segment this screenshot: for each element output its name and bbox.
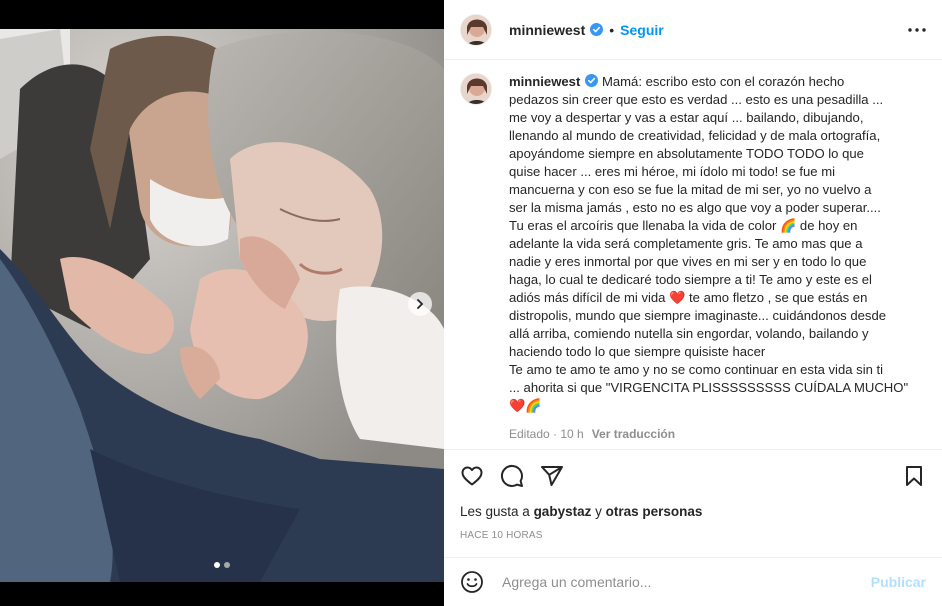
caption-meta: Editado · 10 h Ver traducción: [509, 425, 926, 443]
post-photo[interactable]: [0, 29, 444, 582]
caption-line: adiós más difícil de mi vida ❤️ te amo f…: [509, 290, 868, 305]
comment-bubble-icon[interactable]: [500, 464, 524, 488]
likes-others[interactable]: otras personas: [606, 504, 703, 519]
emoji-smile-icon[interactable]: [460, 570, 484, 594]
post-timestamp[interactable]: HACE 10 HORAS: [460, 530, 543, 541]
caption-line: llenando al mundo de creatividad, felici…: [509, 128, 881, 143]
follow-button[interactable]: Seguir: [620, 22, 664, 38]
verified-badge-icon: [585, 74, 599, 87]
caption-line: Te amo te amo te amo y no se como contin…: [509, 362, 884, 377]
caption-line: ser la misma jamás , esto no es algo que…: [509, 200, 881, 215]
caption-line: adelante la vida será completamente gris…: [509, 236, 863, 251]
liked-by-user[interactable]: gabystaz: [534, 504, 592, 519]
caption-line: me voy a despertar y vas a estar aquí ..…: [509, 110, 864, 125]
post-media: [0, 0, 444, 606]
publish-button[interactable]: Publicar: [871, 574, 926, 590]
caption-line: ❤️🌈: [509, 398, 542, 413]
carousel-next-button[interactable]: [408, 292, 432, 316]
heart-icon[interactable]: [460, 464, 484, 488]
carousel-dot-active: [214, 562, 220, 568]
caption-line: distropolis, mundo que siempre imaginast…: [509, 308, 887, 323]
caption-avatar[interactable]: [460, 73, 492, 105]
carousel-indicator: [0, 562, 444, 568]
caption-line: haciendo todo lo que siempre quisiste ha…: [509, 344, 766, 359]
post-header: minniewest • Seguir: [444, 0, 942, 60]
caption-line: Mamá: escribo esto con el corazón hecho: [601, 74, 845, 89]
verified-badge-icon: [590, 23, 604, 36]
likes-summary: Les gusta a gabystaz y otras personas: [460, 504, 702, 519]
caption-username[interactable]: minniewest: [509, 74, 580, 89]
edited-time: Editado · 10 h: [509, 427, 584, 441]
caption-line: ... ahorita si que "VIRGENCITA PLISSSSSS…: [509, 380, 909, 395]
caption-line: haga, lo cual te dedicaré todo siempre a…: [509, 272, 872, 287]
caption-line: nadie y eres inmortal por que vives en m…: [509, 254, 867, 269]
caption-line: mancuerna y con eso se fue la mitad de m…: [509, 182, 872, 197]
bookmark-icon[interactable]: [902, 464, 926, 488]
action-bar: [444, 449, 942, 501]
header-username[interactable]: minniewest: [509, 22, 585, 38]
see-translation-link[interactable]: Ver traducción: [592, 427, 675, 441]
carousel-dot: [224, 562, 230, 568]
avatar[interactable]: [460, 13, 492, 46]
header-separator: •: [609, 21, 615, 38]
photo-illustration: [0, 29, 444, 582]
comment-input[interactable]: [500, 573, 871, 591]
caption-line: pedazos sin creer que esto es verdad ...…: [509, 92, 884, 107]
likes-prefix: Les gusta a: [460, 504, 534, 519]
likes-middle: y: [591, 504, 606, 519]
caption-line: allá arriba, comiendo nutella sin engord…: [509, 326, 869, 341]
caption-line: apoyándome siempre en absolutamente TODO…: [509, 146, 864, 161]
caption-first-line: minniewest Mamá: escribo esto con el cor…: [509, 73, 926, 91]
caption-line: quise hacer ... eres mi héroe, mi ídolo …: [509, 164, 836, 179]
paper-plane-icon[interactable]: [540, 464, 564, 488]
chevron-right-icon: [415, 299, 425, 309]
caption-text: minniewest Mamá: escribo esto con el cor…: [509, 73, 926, 443]
comments-area[interactable]: minniewest Mamá: escribo esto con el cor…: [444, 61, 942, 448]
more-options-icon[interactable]: [908, 27, 926, 32]
comment-bar: Publicar: [444, 557, 942, 606]
caption-line: Tu eras el arcoíris que llenaba la vida …: [509, 218, 858, 233]
post-side-panel: minniewest • Seguir minniewest Mamá: esc…: [444, 0, 942, 606]
caption: minniewest Mamá: escribo esto con el cor…: [460, 73, 926, 443]
